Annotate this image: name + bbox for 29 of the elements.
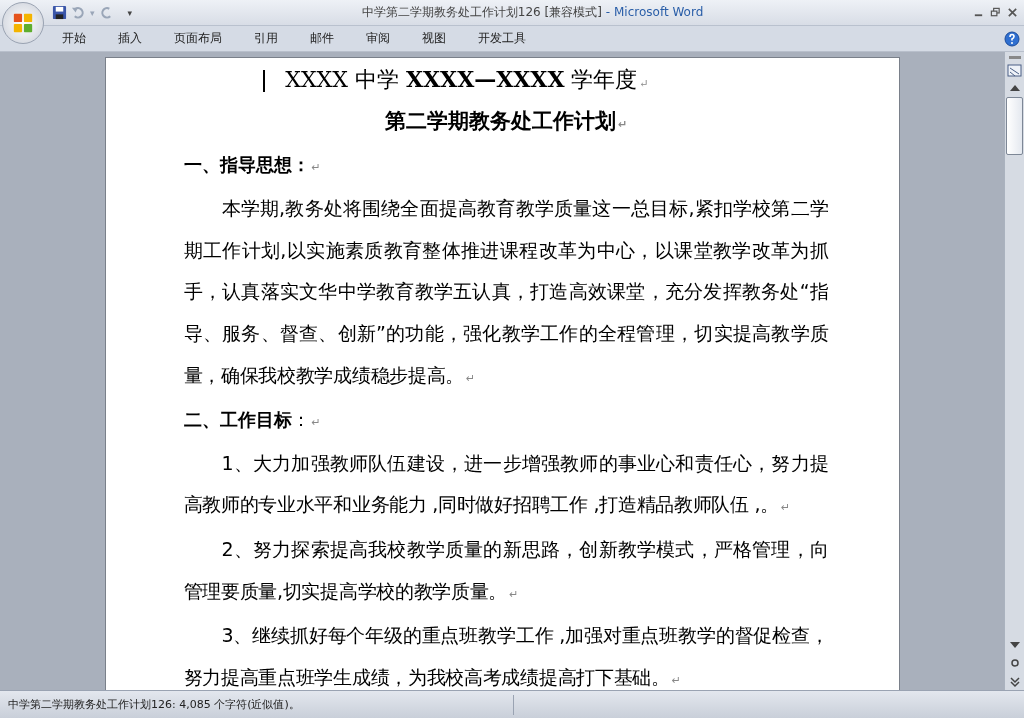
vertical-scrollbar[interactable] [1004, 52, 1024, 690]
status-bar-text: 中学第二学期教务处工作计划126: 4,085 个字符(近似值)。 [7, 697, 301, 712]
body-paragraph: 本学期,教务处将围绕全面提高教育教学质量这一总目标,紧扣学校第二学期工作计划,以实施素质教育整体推进课程改革为中心，以课堂教学改革为抓手，认真落实文华中学教育教学五认真，打造高效课堂，充分发挥教务处“指导、服务、督查、创新”的功能，强化教学工作的全程管理，切实提高教学质量，确保我校教学成绩稳步提高。↵ [183, 197, 829, 386]
window-title: 中学第二学期教务处工作计划126 [兼容模式] [361, 5, 602, 19]
help-icon[interactable] [1004, 30, 1020, 47]
body-paragraph: 1、大力加强教师队伍建设，进一步增强教师的事业心和责任心，努力提高教师的专业水平和业务能力 ,同时做好招聘工作 ,打造精品教师队伍 ,。↵ [183, 451, 829, 516]
ruler-toggle-icon[interactable] [1006, 63, 1023, 79]
section-heading: 一、指导思想：↵ [183, 154, 321, 175]
app-name: - Microsoft Word [605, 5, 704, 19]
ribbon-tab[interactable]: 开始 [52, 27, 96, 50]
customize-toolbar-button[interactable]: ▾ [127, 7, 133, 18]
office-logo-icon [12, 12, 34, 34]
document-subtitle: 第二学期教务处工作计划↵ [384, 109, 628, 133]
ribbon-tab[interactable]: 审阅 [356, 27, 400, 50]
ribbon-tab[interactable]: 插入 [108, 27, 152, 50]
ribbon-tab[interactable]: 引用 [244, 27, 288, 50]
ribbon-tab[interactable]: 开发工具 [468, 27, 536, 50]
office-button[interactable] [2, 2, 44, 44]
document-title: XXXX 中学 XXXX—XXXX 学年度↵ [285, 67, 649, 92]
body-paragraph: 3、继续抓好每个年级的重点班教学工作 ,加强对重点班教学的督促检查，努力提高重点班学生成绩，为我校高考成绩提高打下基础。↵ [183, 624, 829, 689]
ribbon-tab[interactable]: 邮件 [300, 27, 344, 50]
close-icon[interactable] [1007, 7, 1018, 18]
save-icon[interactable] [52, 5, 67, 20]
ribbon-tab[interactable]: 视图 [412, 27, 456, 50]
restore-icon[interactable] [990, 7, 1001, 18]
body-paragraph: 2、努力探索提高我校教学质量的新思路，创新教学模式，严格管理，向管理要质量,切实提高学校的教学质量。↵ [183, 537, 829, 602]
scrollbar-thumb[interactable] [1006, 97, 1023, 155]
ribbon-tab[interactable]: 页面布局 [164, 27, 232, 50]
section-heading: 二、工作目标：↵ [183, 408, 321, 430]
